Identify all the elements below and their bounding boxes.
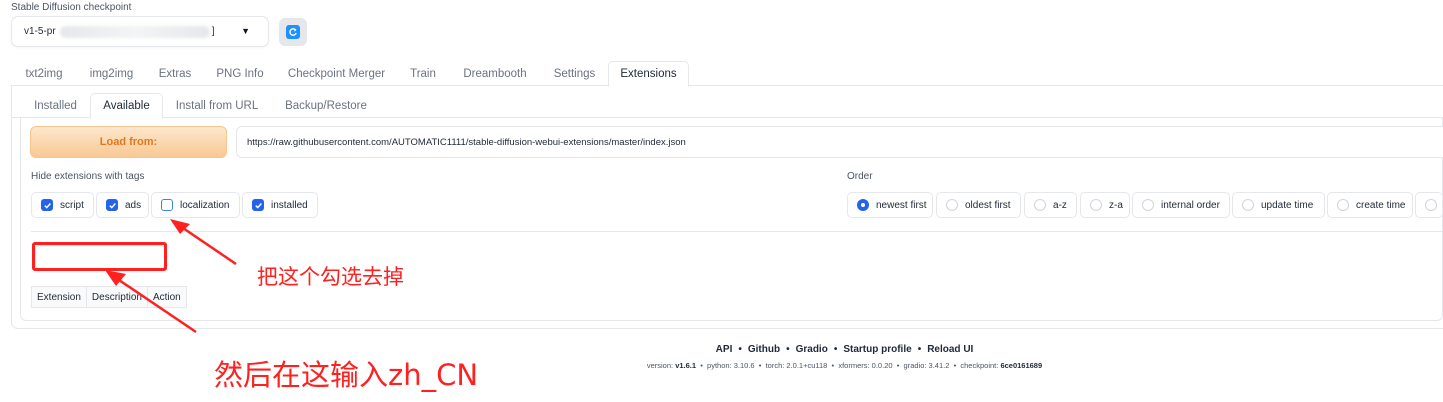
checkbox-checked-icon xyxy=(252,199,264,211)
hide-tag-script[interactable]: script xyxy=(31,192,94,218)
radio-unselected-icon xyxy=(946,199,958,211)
version-value: v1.6.1 xyxy=(675,361,697,370)
tab-checkpoint-merger[interactable]: Checkpoint Merger xyxy=(276,61,397,86)
hide-tag-label: installed xyxy=(271,199,308,211)
tab-extras[interactable]: Extras xyxy=(146,61,204,86)
hide-tag-ads[interactable]: ads xyxy=(96,192,149,218)
xformers-version: xformers: 0.0.20 xyxy=(838,361,893,370)
footer-separator: • xyxy=(758,361,762,370)
tab-png-info[interactable]: PNG Info xyxy=(204,61,276,86)
extensions-table: Extension Description Action xyxy=(31,286,187,308)
footer-separator: • xyxy=(896,361,900,370)
footer-separator: • xyxy=(700,361,703,370)
footer-separator: • xyxy=(786,344,790,355)
checkbox-checked-icon xyxy=(41,199,53,211)
order-option-label: create time xyxy=(1356,199,1406,211)
caret-down-icon: ▼ xyxy=(241,26,250,36)
tab-train[interactable]: Train xyxy=(397,61,449,86)
order-option-label: a-z xyxy=(1053,199,1067,211)
hide-tag-installed[interactable]: installed xyxy=(242,192,318,218)
refresh-icon xyxy=(286,25,300,39)
footer-link-startup-profile[interactable]: Startup profile xyxy=(843,344,911,355)
order-option-label: oldest first xyxy=(965,199,1011,211)
checkpoint-value-suffix: ] xyxy=(211,26,215,37)
footer-link-gradio[interactable]: Gradio xyxy=(796,344,828,355)
hide-tag-label: script xyxy=(60,199,84,211)
checkpoint-value-redacted xyxy=(59,25,210,38)
checkpoint-select[interactable]: v1-5-pr ] ▼ xyxy=(11,16,269,47)
table-header-extension: Extension xyxy=(31,286,87,308)
hide-tag-label: ads xyxy=(125,199,142,211)
order-option-label: z-a xyxy=(1109,199,1123,211)
checkpoint-hash: 6ce0161689 xyxy=(1000,361,1043,370)
annotation-uncheck-note: 把这个勾选去掉 xyxy=(257,265,404,289)
index-url-input[interactable]: https://raw.githubusercontent.com/AUTOMA… xyxy=(236,126,1443,158)
order-option-label: newest first xyxy=(876,199,927,211)
annotation-highlight-box xyxy=(32,242,167,271)
radio-selected-icon xyxy=(857,199,869,211)
checkbox-unchecked-icon xyxy=(161,199,173,211)
hide-tags-label: Hide extensions with tags xyxy=(31,171,145,182)
table-header-description: Description xyxy=(85,286,148,308)
python-version: python: 3.10.6 xyxy=(707,361,755,370)
order-z-a[interactable]: z-a xyxy=(1080,192,1130,218)
order-oldest-first[interactable]: oldest first xyxy=(936,192,1021,218)
radio-unselected-icon xyxy=(1034,199,1046,211)
radio-unselected-icon xyxy=(1425,199,1437,211)
hide-tag-localization[interactable]: localization xyxy=(151,192,240,218)
order-create-time[interactable]: create time xyxy=(1327,192,1413,218)
radio-unselected-icon xyxy=(1242,199,1254,211)
order-option-label: internal order xyxy=(1161,199,1220,211)
footer-link-api[interactable]: API xyxy=(716,344,733,355)
gradio-version: gradio: 3.41.2 xyxy=(903,361,950,370)
extensions-sub-tab-bar: Installed Available Install from URL Bac… xyxy=(11,93,1443,119)
footer-links: API • Github • Gradio • Startup profile • Reload… xyxy=(0,344,1443,355)
order-more-option[interactable] xyxy=(1415,192,1443,218)
radio-unselected-icon xyxy=(1337,199,1349,211)
tab-extensions[interactable]: Extensions xyxy=(608,61,689,87)
annotation-input-note: 然后在这输入zh_CN xyxy=(214,358,479,392)
order-option-label: update time xyxy=(1261,199,1314,211)
footer-separator: • xyxy=(917,344,922,355)
checkpoint-hash-label: checkpoint: xyxy=(960,361,999,370)
radio-unselected-icon xyxy=(1142,199,1154,211)
order-internal-order[interactable]: internal order xyxy=(1132,192,1230,218)
hide-tag-label: localization xyxy=(180,199,230,211)
footer-separator: • xyxy=(833,344,838,355)
table-header-action: Action xyxy=(146,286,187,308)
divider xyxy=(31,231,1443,232)
checkpoint-value-prefix: v1-5-pr xyxy=(24,26,56,37)
checkpoint-label: Stable Diffusion checkpoint xyxy=(11,2,132,13)
load-from-button[interactable]: Load from: xyxy=(30,126,227,158)
order-a-z[interactable]: a-z xyxy=(1024,192,1077,218)
order-label: Order xyxy=(847,171,873,182)
tab-backup-restore[interactable]: Backup/Restore xyxy=(271,93,381,118)
checkbox-checked-icon xyxy=(106,199,118,211)
footer-separator: • xyxy=(738,344,742,355)
tab-dreambooth[interactable]: Dreambooth xyxy=(449,61,541,86)
refresh-checkpoint-button[interactable] xyxy=(279,18,307,46)
footer-separator: • xyxy=(953,361,957,370)
footer-separator: • xyxy=(831,361,835,370)
tab-settings[interactable]: Settings xyxy=(541,61,608,86)
radio-unselected-icon xyxy=(1090,199,1102,211)
main-tab-bar: txt2img img2img Extras PNG Info Checkpoi… xyxy=(11,61,1443,87)
version-label: version: xyxy=(646,361,674,370)
torch-version: torch: 2.0.1+cu118 xyxy=(765,361,828,370)
order-update-time[interactable]: update time xyxy=(1232,192,1325,218)
order-newest-first[interactable]: newest first xyxy=(847,192,933,218)
tab-img2img[interactable]: img2img xyxy=(77,61,146,86)
tab-txt2img[interactable]: txt2img xyxy=(11,61,77,86)
tab-install-from-url[interactable]: Install from URL xyxy=(163,93,271,118)
footer-link-github[interactable]: Github xyxy=(748,344,780,355)
footer-link-reload-ui[interactable]: Reload UI xyxy=(927,344,973,355)
tab-installed[interactable]: Installed xyxy=(21,93,90,118)
footer-version-info: version: v1.6.1 • python: 3.10.6 • torch… xyxy=(0,361,1443,370)
tab-available[interactable]: Available xyxy=(90,93,163,119)
